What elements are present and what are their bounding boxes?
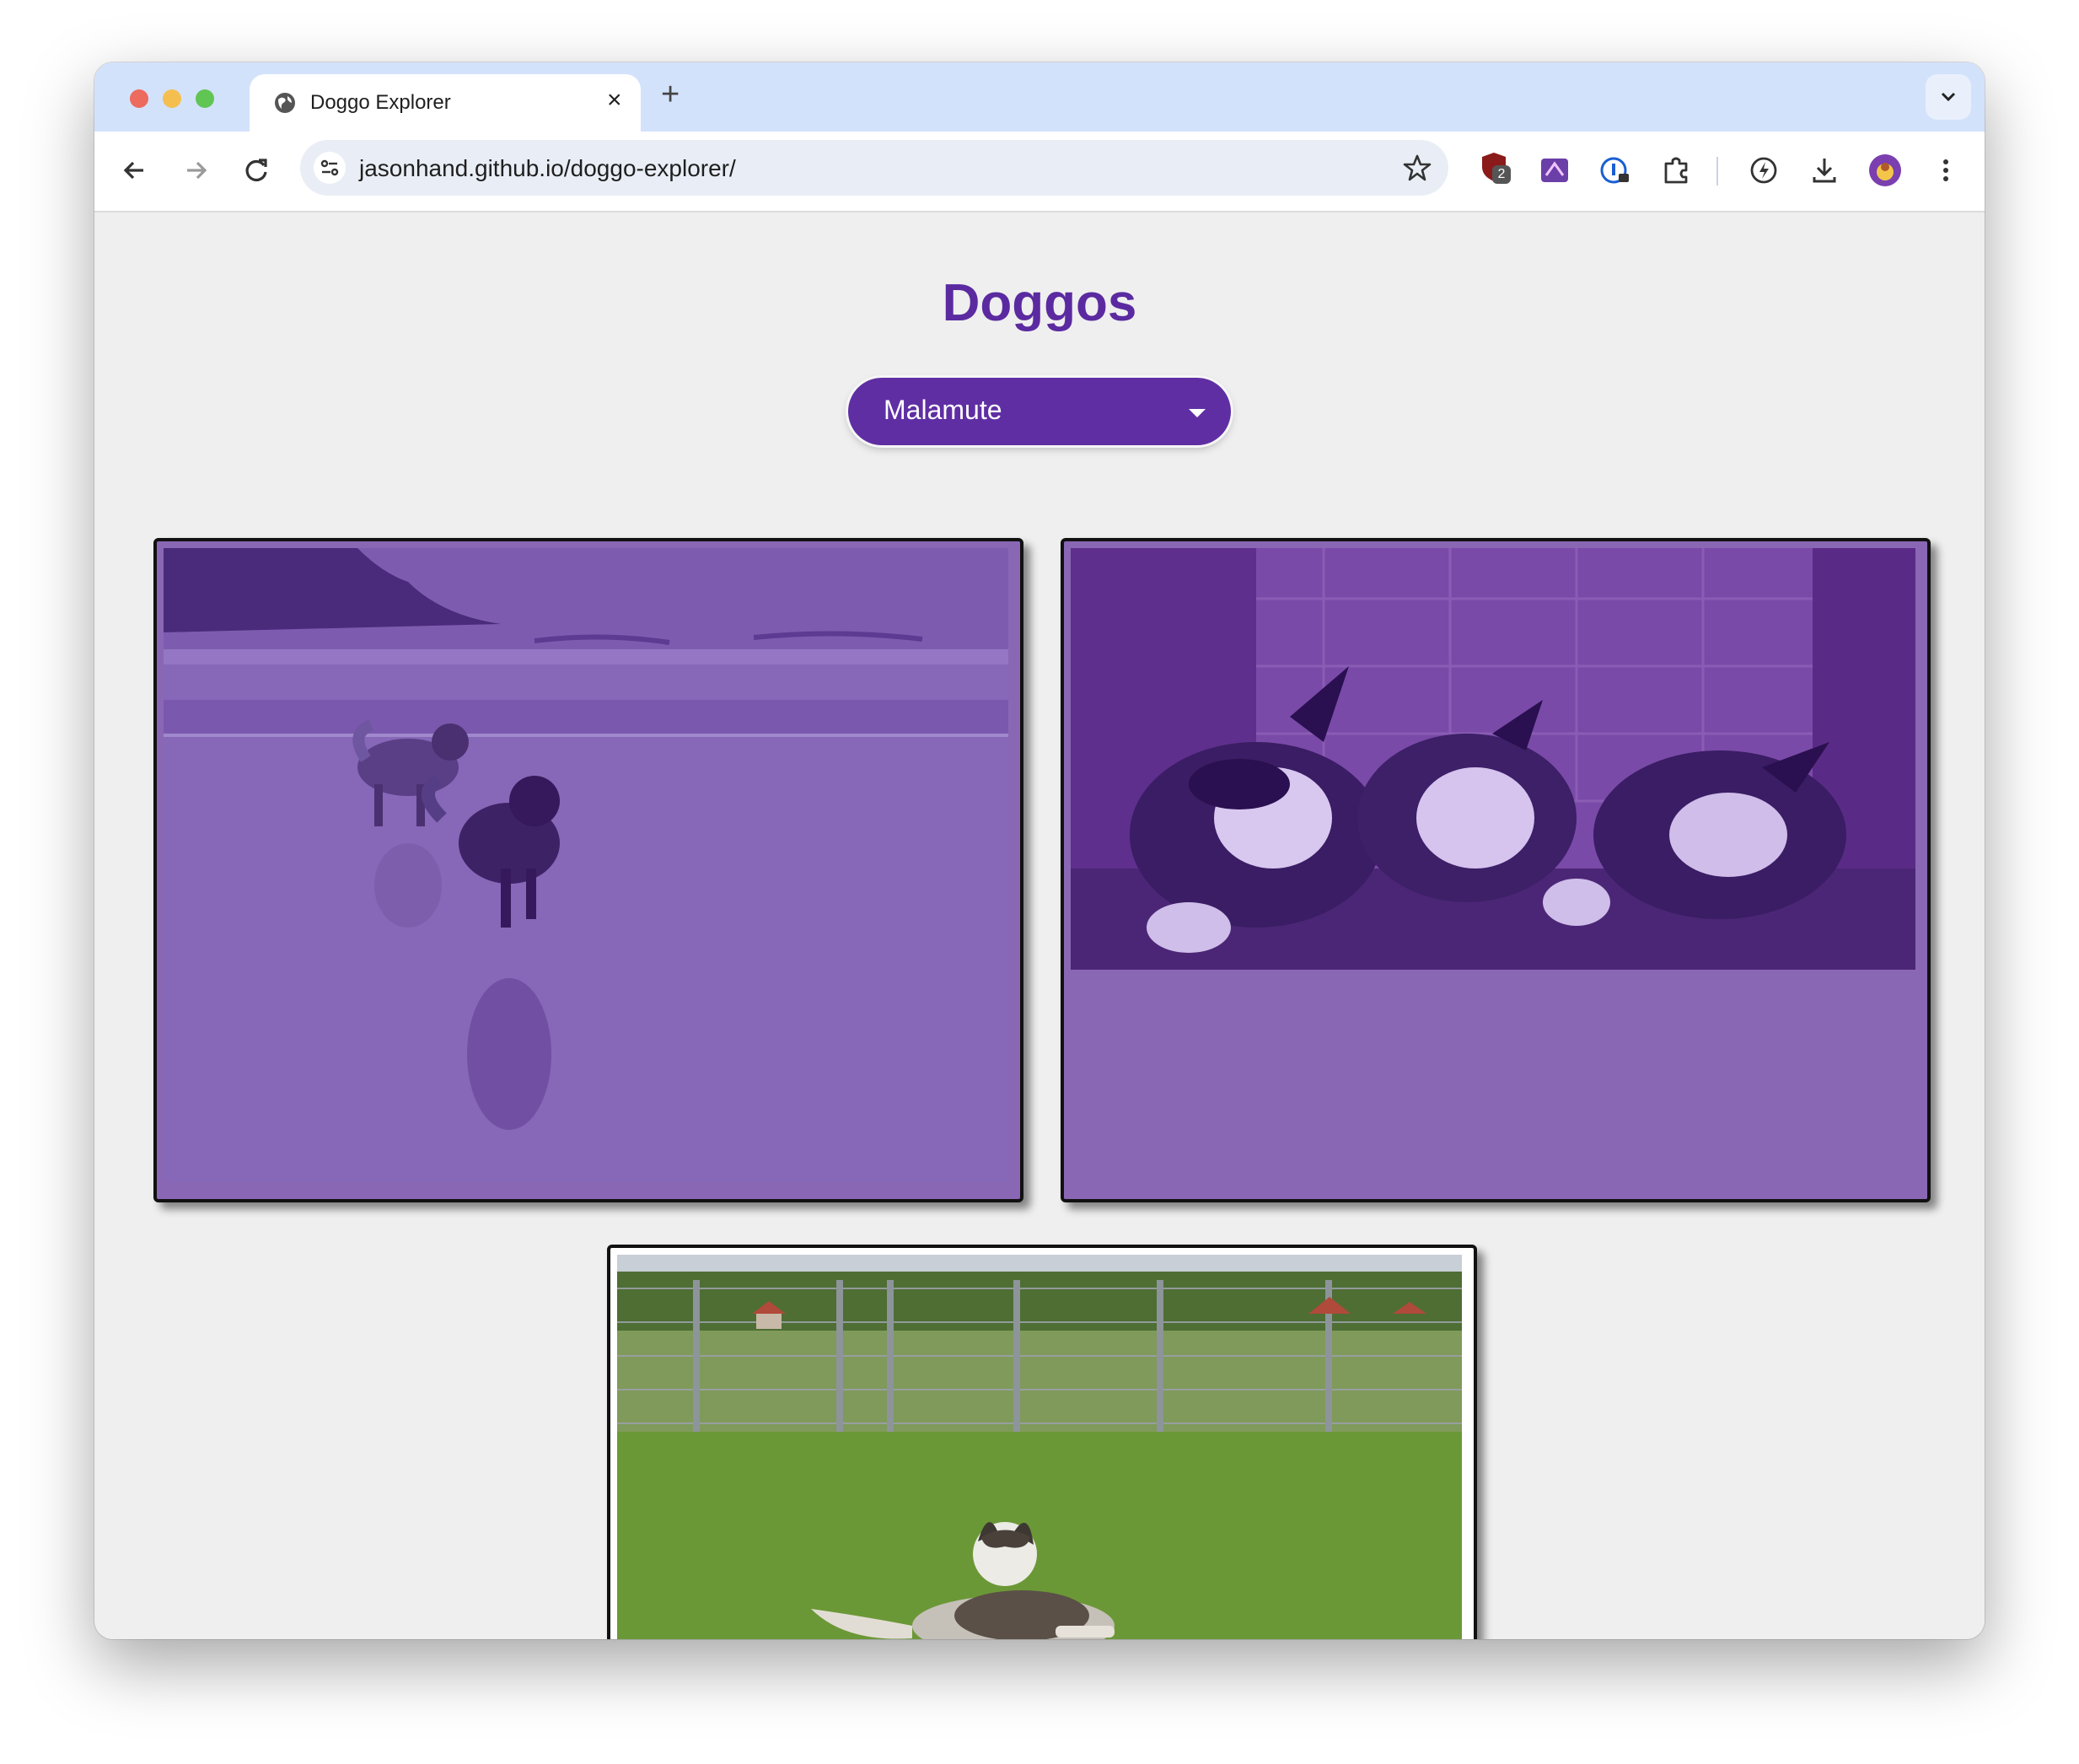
back-arrow-icon[interactable]: [118, 153, 152, 187]
breed-select[interactable]: Malamute: [848, 378, 1231, 445]
image-empty-area: [1064, 976, 1927, 1199]
dog-image-card[interactable]: [607, 1245, 1477, 1639]
site-settings-icon[interactable]: [314, 152, 346, 184]
new-tab-button[interactable]: +: [661, 78, 680, 111]
performance-bolt-icon[interactable]: [1747, 153, 1781, 187]
puzzle-brand-extension-icon[interactable]: [1538, 153, 1571, 187]
address-bar[interactable]: jasonhand.github.io/doggo-explorer/: [300, 140, 1448, 196]
extension-badge: 2: [1492, 165, 1511, 184]
bookmark-star-icon[interactable]: [1401, 152, 1433, 184]
browser-window: Doggo Explorer × + jasonhand.github.io/d…: [94, 62, 1985, 1639]
browser-toolbar: jasonhand.github.io/doggo-explorer/ 2: [94, 132, 1985, 212]
tab-search-button[interactable]: [1926, 74, 1971, 120]
minimize-window-button[interactable]: [163, 89, 181, 108]
toolbar-divider: [1716, 157, 1718, 186]
url-text: jasonhand.github.io/doggo-explorer/: [359, 155, 736, 182]
chevron-down-icon: [1941, 92, 1956, 102]
dog-photo-beach: [164, 548, 1008, 1182]
dog-image-card[interactable]: [1061, 538, 1931, 1202]
password-manager-icon[interactable]: [1598, 153, 1632, 187]
more-menu-icon[interactable]: [1929, 153, 1963, 187]
shield-extension[interactable]: 2: [1477, 150, 1516, 189]
close-tab-icon[interactable]: ×: [607, 88, 622, 113]
extensions-puzzle-icon[interactable]: [1659, 153, 1693, 187]
reload-icon[interactable]: [239, 153, 273, 187]
close-window-button[interactable]: [130, 89, 148, 108]
tab-doggo-explorer[interactable]: Doggo Explorer ×: [250, 74, 641, 132]
breed-select-value: Malamute: [884, 395, 1002, 425]
page-title: Doggos: [942, 274, 1137, 332]
profile-avatar-icon[interactable]: [1868, 153, 1902, 187]
title-bar: Doggo Explorer × +: [94, 62, 1985, 132]
page-content: Doggos Malamute: [94, 212, 1985, 1639]
dropdown-caret-icon: [1189, 409, 1206, 417]
download-icon[interactable]: [1808, 153, 1841, 187]
tab-title: Doggo Explorer: [310, 91, 451, 114]
url-path: /doggo-explorer/: [563, 155, 736, 181]
zoom-window-button[interactable]: [196, 89, 214, 108]
globe-icon: [275, 93, 295, 113]
url-host: jasonhand.github.io: [359, 155, 564, 181]
dog-image-card[interactable]: [153, 538, 1023, 1202]
forward-arrow-icon[interactable]: [179, 153, 212, 187]
dog-photo-puppies: [1071, 548, 1915, 970]
dog-photo-field: [617, 1255, 1462, 1639]
